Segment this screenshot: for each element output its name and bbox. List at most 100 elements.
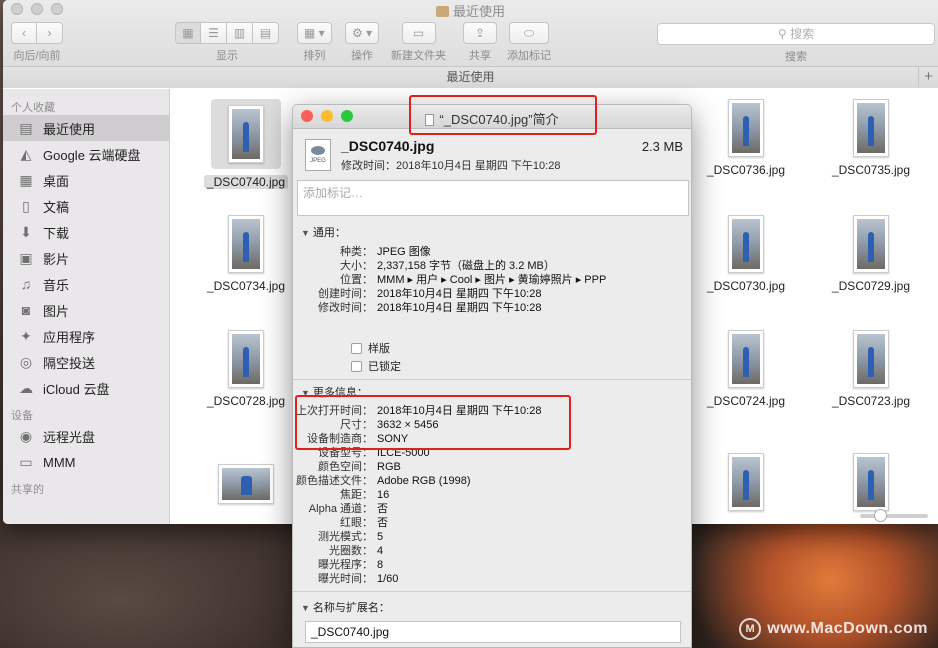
- file-item-partial[interactable]: [691, 453, 801, 511]
- file-item[interactable]: _DSC0730.jpg: [691, 215, 801, 293]
- sidebar-item[interactable]: ▤ 最近使用: [3, 115, 169, 141]
- info-row: 曝光程序： 8: [293, 558, 383, 572]
- info-key: Alpha 通道：: [308, 503, 373, 515]
- documents-icon: ▯: [22, 197, 30, 214]
- info-key: 颜色空间：: [318, 461, 373, 473]
- file-name: _DSC0730.jpg: [706, 279, 786, 293]
- sidebar-item-label: 文稿: [43, 199, 70, 215]
- file-thumbnail: [728, 330, 764, 388]
- sidebar-item-label: MMM: [43, 454, 76, 470]
- sidebar: 个人收藏 ▤ 最近使用 ◭ Google 云端硬盘 ▦ 桌面 ▯ 文稿 ⬇ 下载 ▣ 影片 ♫ 音乐 ◙ 图片…: [3, 89, 170, 524]
- info-value: 1/60: [377, 573, 399, 585]
- recents-icon: ▤: [19, 119, 33, 136]
- info-value: JPEG 图像: [377, 246, 431, 258]
- action-button[interactable]: ⚙ ▾: [345, 22, 380, 44]
- info-row: 大小： 2,337,158 字节（磁盘上的 3.2 MB）: [293, 259, 555, 273]
- chevron-right-icon: ›: [47, 26, 52, 40]
- sidebar-item[interactable]: ▯ 文稿: [3, 193, 169, 219]
- file-thumbnail: [218, 464, 274, 504]
- favorites-header: 个人收藏: [11, 102, 55, 114]
- action-group: ⚙ ▾ 操作: [345, 22, 380, 63]
- columns-icon: ▥: [233, 26, 246, 40]
- info-value: 16: [377, 489, 390, 501]
- nav-group: ‹ › 向后/向前: [11, 22, 63, 63]
- locked-checkbox[interactable]: 已锁定: [351, 358, 401, 374]
- info-key: 红眼：: [340, 517, 373, 529]
- file-item[interactable]: _DSC0735.jpg: [816, 99, 926, 177]
- sidebar-item[interactable]: ▦ 桌面: [3, 167, 169, 193]
- add-tag-button[interactable]: ⬭: [509, 22, 549, 44]
- sidebar-item-label: 影片: [43, 251, 70, 267]
- tag-icon: ⬭: [523, 25, 535, 40]
- name-extension-field[interactable]: _DSC0740.jpg: [305, 621, 681, 643]
- file-item[interactable]: _DSC0734.jpg: [191, 215, 301, 293]
- file-item[interactable]: _DSC0736.jpg: [691, 99, 801, 177]
- file-item[interactable]: _DSC0740.jpg: [191, 99, 301, 189]
- jpeg-file-icon: JPEG: [305, 139, 331, 171]
- sidebar-item[interactable]: ▣ 影片: [3, 245, 169, 271]
- info-key: 修改时间：: [318, 302, 373, 314]
- share-icon: ⇪: [474, 26, 486, 40]
- info-value: 8: [377, 559, 384, 571]
- thumbnail-frame: [816, 330, 926, 388]
- share-button[interactable]: ⇪: [463, 22, 497, 44]
- forward-button[interactable]: ›: [37, 22, 63, 44]
- sidebar-item[interactable]: ✦ 应用程序: [3, 323, 169, 349]
- applications-icon: ✦: [20, 327, 32, 344]
- info-row: 测光模式： 5: [293, 530, 383, 544]
- slider-knob[interactable]: [874, 509, 887, 522]
- file-name: _DSC0729.jpg: [831, 279, 911, 293]
- divider: [293, 379, 691, 380]
- search-input[interactable]: ⚲ 搜索: [657, 23, 935, 45]
- stationery-checkbox[interactable]: 样版: [351, 340, 390, 356]
- list-view-button[interactable]: ☰: [201, 22, 227, 44]
- new-folder-button[interactable]: ▭: [401, 22, 436, 44]
- info-row: 位置： MMM ▸ 用户 ▸ Cool ▸ 图片 ▸ 黄瑜婷照片 ▸ PPP: [293, 273, 606, 287]
- sidebar-item-label: 下载: [43, 225, 70, 241]
- tags-input[interactable]: 添加标记…: [297, 180, 689, 216]
- sidebar-item[interactable]: ⬇ 下载: [3, 219, 169, 245]
- sidebar-item[interactable]: ♫ 音乐: [3, 271, 169, 297]
- info-row: 焦距： 16: [293, 488, 389, 502]
- add-tab-button[interactable]: +: [918, 67, 938, 87]
- file-item-partial[interactable]: [816, 453, 926, 511]
- name-section-toggle[interactable]: ▼ 名称与扩展名：: [301, 599, 390, 615]
- sidebar-item[interactable]: ◎ 隔空投送: [3, 349, 169, 375]
- column-view-button[interactable]: ▥: [227, 22, 253, 44]
- icon-view-button[interactable]: ▦: [175, 22, 201, 44]
- view-label: 显示: [216, 50, 238, 62]
- gallery-view-button[interactable]: ▤: [253, 22, 279, 44]
- info-value: 5: [377, 531, 384, 543]
- file-thumbnail: [853, 215, 889, 273]
- file-thumbnail: [853, 330, 889, 388]
- file-item[interactable]: _DSC0724.jpg: [691, 330, 801, 408]
- file-thumbnail: [728, 99, 764, 157]
- sidebar-item[interactable]: ▭ MMM: [3, 449, 169, 475]
- sidebar-item-label: 远程光盘: [43, 429, 96, 445]
- coverflow-icon: ▤: [259, 26, 272, 40]
- sidebar-item-label: 图片: [43, 303, 70, 319]
- share-label: 共享: [469, 50, 491, 62]
- file-name: _DSC0724.jpg: [706, 394, 786, 408]
- sidebar-item[interactable]: ◭ Google 云端硬盘: [3, 141, 169, 167]
- newfolder-group: ▭ 新建文件夹: [391, 22, 446, 63]
- sidebar-item[interactable]: ◙ 图片: [3, 297, 169, 323]
- file-name: _DSC0723.jpg: [831, 394, 911, 408]
- watermark-text: www.MacDown.com: [767, 620, 928, 637]
- back-button[interactable]: ‹: [11, 22, 37, 44]
- sidebar-item[interactable]: ☁ iCloud 云盘: [3, 375, 169, 401]
- path-title-bar: 最近使用 +: [3, 66, 938, 88]
- sidebar-item[interactable]: ◉ 远程光盘: [3, 423, 169, 449]
- info-key: 位置：: [340, 274, 373, 286]
- airdrop-icon: ◎: [19, 353, 33, 370]
- info-value: 否: [377, 503, 388, 515]
- icon-size-slider[interactable]: [860, 509, 928, 522]
- thumbnail-frame: [691, 330, 801, 388]
- file-item[interactable]: _DSC0728.jpg: [191, 330, 301, 408]
- file-item[interactable]: _DSC0723.jpg: [816, 330, 926, 408]
- general-section-toggle[interactable]: ▼ 通用：: [301, 224, 346, 240]
- arrange-button[interactable]: ▦ ▾: [297, 22, 332, 44]
- plus-icon: +: [924, 68, 933, 85]
- file-item-partial[interactable]: [191, 464, 301, 504]
- file-item[interactable]: _DSC0729.jpg: [816, 215, 926, 293]
